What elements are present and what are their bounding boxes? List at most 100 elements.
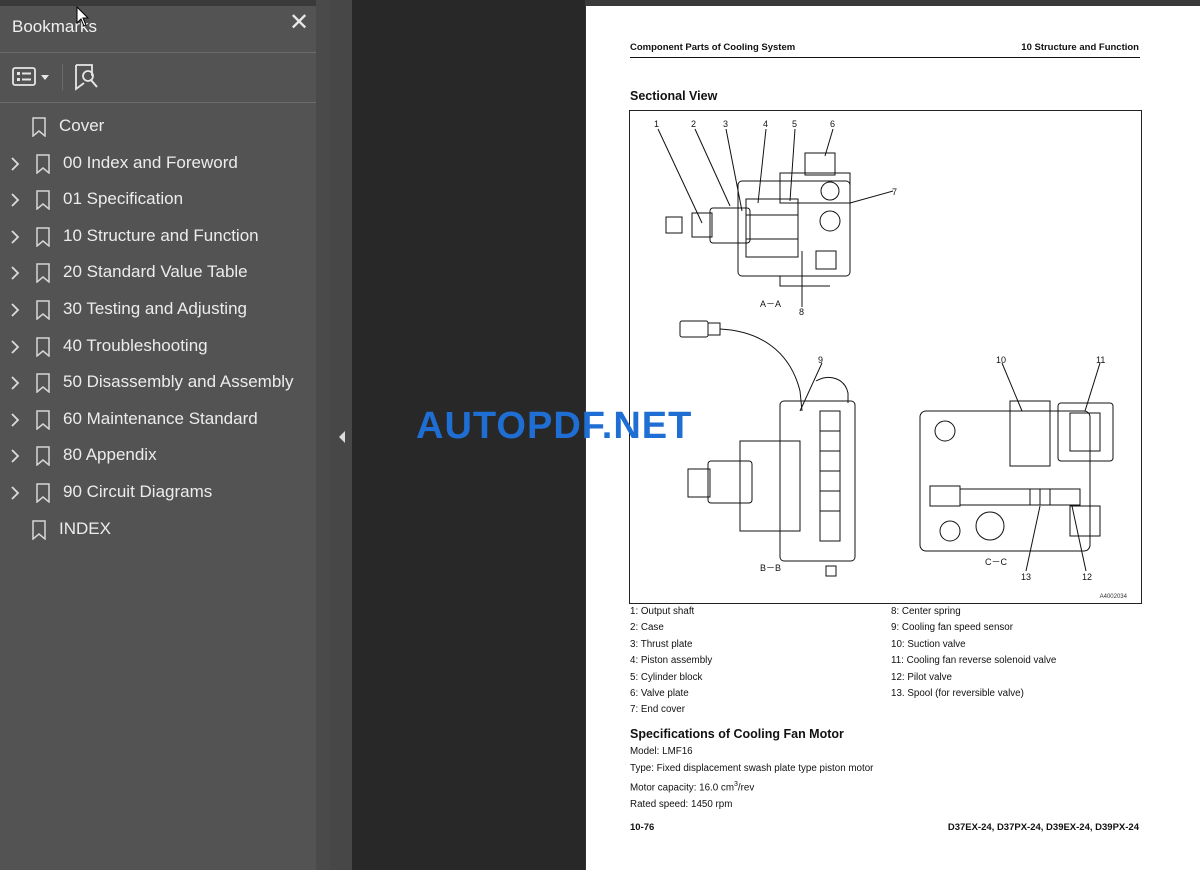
legend-item: 3: Thrust plate — [630, 638, 693, 650]
legend-item: 1: Output shaft — [630, 606, 695, 617]
view-label-bb: B－B — [760, 563, 781, 573]
bookmark-icon — [36, 410, 50, 430]
bookmark-item[interactable]: 40 Troubleshooting — [0, 331, 316, 363]
bookmark-item[interactable]: 80 Appendix — [0, 440, 316, 472]
chevron-right-icon[interactable] — [8, 303, 22, 317]
bookmark-options-icon — [12, 67, 49, 86]
bookmark-label: 30 Testing and Adjusting — [63, 299, 247, 318]
collapse-panel-icon[interactable] — [338, 430, 346, 444]
model-list: D37EX-24, D37PX-24, D39EX-24, D39PX-24 — [947, 822, 1139, 833]
chevron-right-icon[interactable] — [8, 266, 22, 281]
bookmark-item[interactable]: 01 Specification — [0, 184, 316, 216]
chevron-right-icon[interactable] — [8, 449, 22, 464]
legend-item: 5: Cylinder block — [630, 671, 703, 683]
legend-item: 11: Cooling fan reverse solenoid valve — [891, 655, 1057, 667]
chevron-right-icon[interactable] — [8, 156, 22, 171]
section-title: Sectional View — [630, 89, 718, 103]
bookmark-icon — [36, 483, 50, 503]
bookmark-icon — [36, 153, 50, 174]
bookmarks-panel: Bookmarks ✕ Cover 00 Index and Foreword 01… — [0, 0, 330, 870]
legend-left: 1: Output shaft 2: Case 3: Thrust plate … — [630, 604, 712, 719]
callout-5: 5 — [792, 119, 797, 129]
callout-8: 8 — [799, 307, 804, 317]
watermark: AUTOPDF.NET — [416, 405, 693, 447]
spec-capacity-prefix: Motor capacity: 16.0 cm — [630, 782, 734, 794]
chevron-right-icon[interactable] — [8, 193, 22, 207]
bookmark-label: 00 Index and Foreword — [63, 152, 238, 172]
bookmark-item[interactable]: 50 Disassembly and Assembly — [0, 367, 316, 399]
bookmark-item[interactable]: 10 Structure and Function — [0, 221, 316, 253]
spec-model: Model: LMF16 — [630, 746, 693, 757]
bookmark-label: 60 Maintenance Standard — [63, 408, 258, 428]
spec-lines: Model: LMF16 Type: Fixed displacement sw… — [630, 744, 873, 813]
bookmark-icon — [36, 336, 50, 357]
callout-4: 4 — [763, 119, 768, 129]
find-bookmark-button[interactable] — [72, 62, 102, 92]
bookmark-label: 50 Disassembly and Assembly — [63, 372, 294, 392]
spec-capacity: Motor capacity: 16.0 cm3/rev — [630, 777, 873, 797]
callout-1: 1 — [654, 119, 659, 129]
view-label-aa: A－A — [760, 299, 781, 309]
spec-speed: Rated speed: 1450 rpm — [630, 798, 733, 810]
bookmark-label: 20 Standard Value Table — [63, 262, 248, 282]
bookmark-label: 40 Troubleshooting — [63, 335, 208, 355]
chevron-right-icon[interactable] — [8, 486, 22, 500]
callout-2: 2 — [691, 119, 696, 129]
bookmark-icon — [36, 227, 50, 247]
bookmark-item[interactable]: 90 Circuit Diagrams — [0, 477, 316, 509]
callout-11: 11 — [1096, 355, 1105, 365]
legend-item: 4: Piston assembly — [630, 655, 713, 667]
callout-3: 3 — [723, 119, 728, 129]
legend-right: 8: Center spring 9: Cooling fan speed se… — [891, 604, 1056, 702]
close-icon[interactable]: ✕ — [288, 11, 310, 35]
bookmark-label: INDEX — [59, 518, 111, 538]
chevron-right-icon[interactable] — [8, 376, 22, 390]
callout-13: 13 — [1021, 572, 1031, 582]
bookmark-item[interactable]: Cover — [0, 111, 316, 143]
bookmark-item[interactable]: 30 Testing and Adjusting — [0, 294, 316, 326]
bookmark-item[interactable]: INDEX — [0, 514, 316, 546]
header-rule — [630, 57, 1140, 58]
legend-item: 8: Center spring — [891, 606, 961, 617]
page-header-left: Component Parts of Cooling System — [630, 42, 796, 53]
toolbar-separator — [62, 64, 63, 90]
bookmark-item[interactable]: 00 Index and Foreword — [0, 148, 316, 180]
legend-item: 9: Cooling fan speed sensor — [891, 622, 1013, 634]
callout-10: 10 — [996, 355, 1006, 365]
sectional-view-figure: 1 2 3 4 5 6 7 8 A－A 9 B－B 10 11 12 13 C－… — [629, 110, 1142, 604]
divider — [0, 102, 316, 103]
find-bookmark-icon — [75, 64, 98, 91]
spec-type: Type: Fixed displacement swash plate typ… — [630, 762, 874, 774]
bookmark-icon — [36, 300, 50, 320]
legend-item: 6: Valve plate — [630, 688, 689, 700]
panel-top-border — [0, 0, 330, 6]
spec-capacity-suffix: /rev — [737, 782, 755, 794]
callout-6: 6 — [830, 119, 835, 129]
chevron-right-icon[interactable] — [8, 230, 22, 244]
chevron-right-icon[interactable] — [8, 413, 22, 427]
bookmark-label: 90 Circuit Diagrams — [63, 482, 213, 501]
legend-item: 12: Pilot valve — [891, 671, 952, 683]
figure-code: A4002034 — [1099, 594, 1127, 600]
bookmark-icon — [36, 373, 50, 394]
page-header-right: 10 Structure and Function — [1021, 42, 1139, 53]
bookmark-label: 10 Structure and Function — [63, 225, 259, 245]
panel-scrollbar[interactable] — [316, 0, 330, 870]
bookmark-label: Cover — [59, 116, 105, 135]
bookmark-icon — [36, 263, 50, 284]
view-label-cc: C－C — [985, 557, 1007, 567]
bookmark-options-button[interactable] — [12, 64, 54, 90]
legend-item: 7: End cover — [630, 704, 686, 716]
callout-9: 9 — [818, 355, 823, 365]
legend-item: 13. Spool (for reversible valve) — [891, 688, 1024, 700]
bookmark-label: 01 Specification — [63, 189, 184, 209]
legend-item: 10: Suction valve — [891, 638, 966, 650]
callout-7: 7 — [892, 187, 897, 197]
divider — [0, 52, 316, 53]
callout-12: 12 — [1082, 572, 1092, 582]
spec-title: Specifications of Cooling Fan Motor — [630, 727, 844, 741]
bookmark-item[interactable]: 20 Standard Value Table — [0, 257, 316, 289]
bookmark-item[interactable]: 60 Maintenance Standard — [0, 404, 316, 436]
bookmark-icon — [32, 519, 46, 540]
chevron-right-icon[interactable] — [8, 339, 22, 354]
